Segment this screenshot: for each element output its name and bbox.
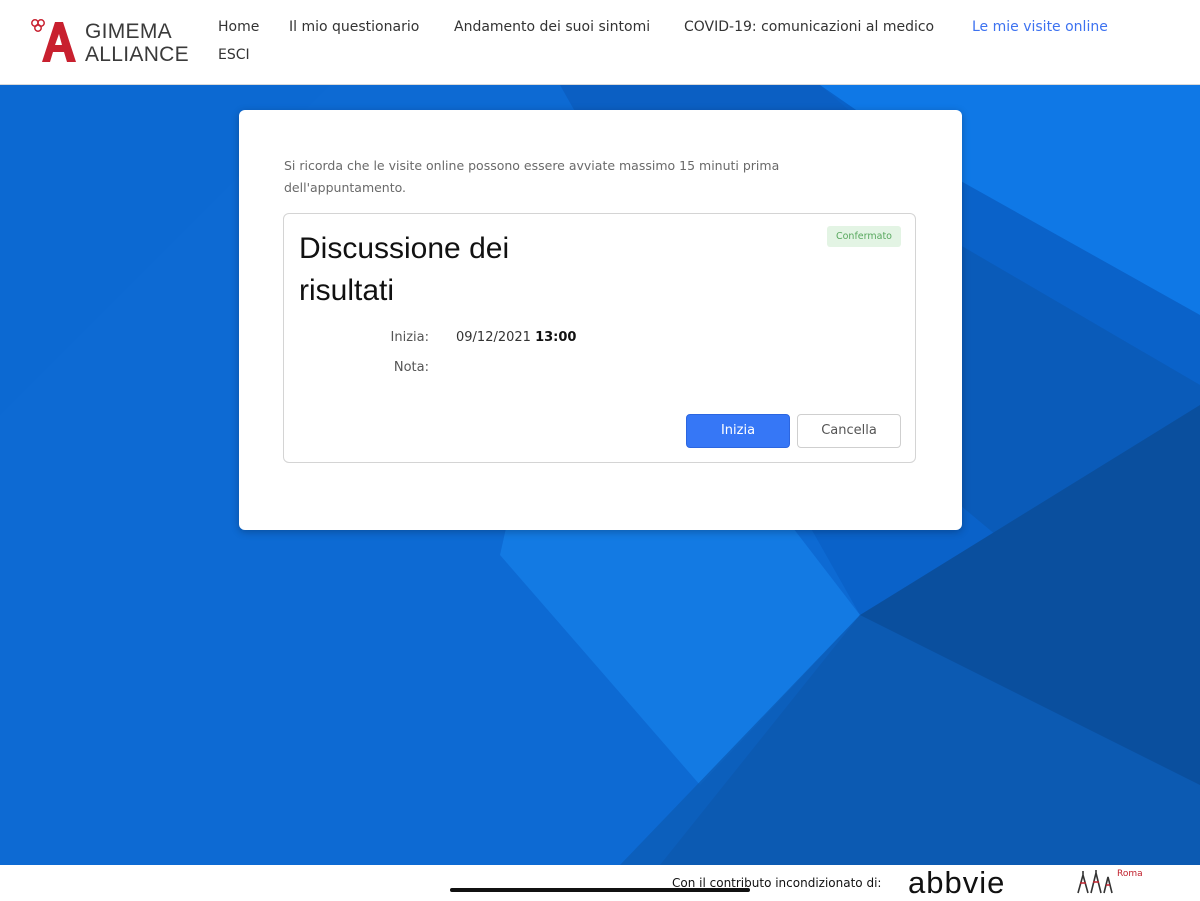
roma-partner-logo: Roma (1075, 869, 1170, 897)
abbvie-logo: abbvie (908, 865, 1006, 900)
nav-my-questionnaire[interactable]: Il mio questionario (289, 19, 419, 35)
start-label: Inizia: (390, 330, 429, 345)
note-label: Nota: (393, 360, 429, 375)
start-datetime: 09/12/2021 13:00 (456, 330, 576, 345)
visit-reminder-text: Si ricorda che le visite online possono … (284, 158, 780, 195)
gimema-alliance-logo[interactable]: GIMEMA ALLIANCE (30, 16, 190, 66)
roma-logo-icon (1077, 870, 1113, 894)
top-navbar: GIMEMA ALLIANCE Home Il mio questionario… (0, 0, 1200, 85)
online-visits-card: Si ricorda che le visite online possono … (239, 110, 962, 530)
nav-symptom-trend[interactable]: Andamento dei suoi sintomi (454, 19, 650, 35)
roma-text: Roma (1117, 869, 1143, 879)
gimema-logo-icon (31, 19, 76, 62)
nav-covid-communications[interactable]: COVID-19: comunicazioni al medico (684, 19, 934, 35)
nav-home[interactable]: Home (218, 19, 259, 35)
start-date: 09/12/2021 (456, 330, 531, 345)
cancel-visit-button[interactable]: Cancella (797, 414, 901, 448)
start-visit-button[interactable]: Inizia (686, 414, 790, 448)
start-time: 13:00 (535, 330, 577, 345)
logo-text: GIMEMA ALLIANCE (85, 20, 189, 66)
sponsor-text: Con il contributo incondizionato di: (672, 876, 882, 890)
status-badge: Confermato (826, 226, 901, 247)
visit-item: Discussione dei risultati Confermato Ini… (283, 213, 916, 463)
footer: Con il contributo incondizionato di: abb… (0, 865, 1200, 900)
visit-title: Discussione dei risultati (299, 232, 510, 307)
nav-my-online-visits[interactable]: Le mie visite online (972, 19, 1108, 35)
nav-logout[interactable]: ESCI (218, 47, 250, 63)
